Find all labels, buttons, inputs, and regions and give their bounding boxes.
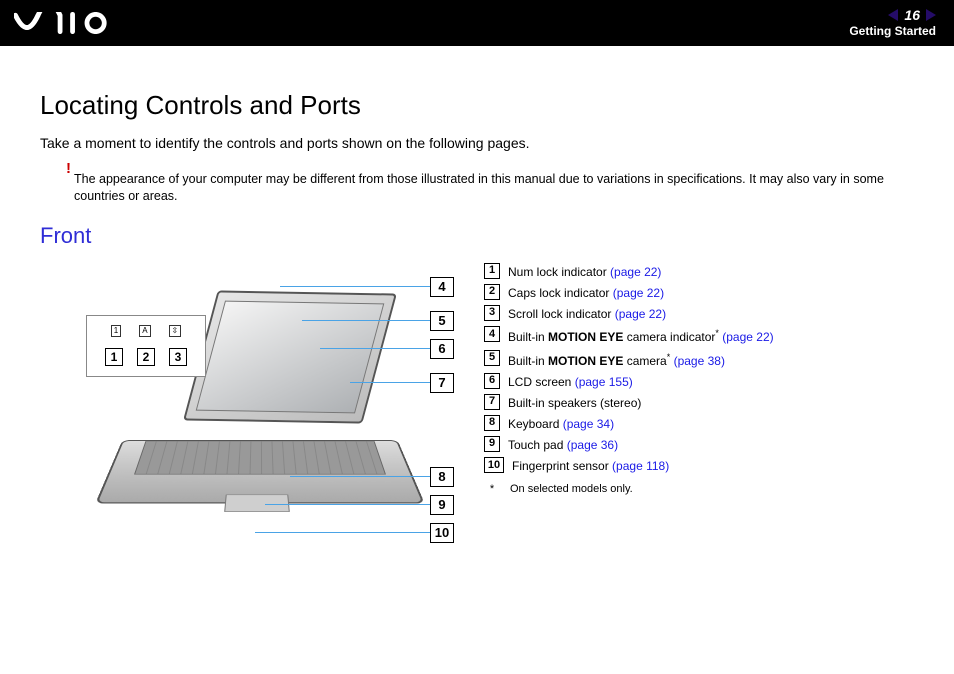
legend-num: 1 [484, 263, 500, 279]
vaio-logo [14, 12, 110, 34]
legend-text: Caps lock indicator (page 22) [508, 284, 664, 303]
legend-row: 1 Num lock indicator (page 22) [484, 263, 774, 282]
legend-num: 6 [484, 373, 500, 389]
nav-prev-icon[interactable] [888, 9, 898, 21]
legend-row: 5 Built-in MOTION EYE camera* (page 38) [484, 350, 774, 371]
legend-num: 8 [484, 415, 500, 431]
front-diagram: 1 A ⇳ 1 2 3 4 5 6 [40, 257, 460, 557]
legend-row: 10 Fingerprint sensor (page 118) [484, 457, 774, 476]
footnote-mark: * [484, 481, 500, 499]
legend-row: 4 Built-in MOTION EYE camera indicator* (… [484, 326, 774, 347]
note-block: ! The appearance of your computer may be… [74, 171, 894, 205]
legend-text: LCD screen (page 155) [508, 373, 633, 392]
callout-num-10: 10 [430, 523, 454, 543]
page-number: 16 [904, 6, 920, 24]
legend-num: 4 [484, 326, 500, 342]
header-bar: 16 Getting Started [0, 0, 954, 46]
callout-10: 10 [255, 523, 455, 543]
note-text: The appearance of your computer may be d… [74, 172, 884, 203]
legend-text: Keyboard (page 34) [508, 415, 614, 434]
footnote-text: On selected models only. [510, 481, 633, 499]
callout-6: 6 [320, 339, 455, 359]
intro-text: Take a moment to identify the controls a… [40, 135, 914, 151]
legend-text: Scroll lock indicator (page 22) [508, 305, 666, 324]
legend-num: 7 [484, 394, 500, 410]
callout-num-4: 4 [430, 277, 454, 297]
callout-num-8: 8 [430, 467, 454, 487]
indicator-inset: 1 A ⇳ 1 2 3 [86, 315, 206, 377]
callout-9: 9 [265, 495, 455, 515]
legend-list: 1 Num lock indicator (page 22) 2 Caps lock … [484, 257, 774, 498]
page-ref-link[interactable]: (page 22) [615, 307, 666, 321]
page-ref-link[interactable]: (page 34) [563, 417, 614, 431]
legend-row: 3 Scroll lock indicator (page 22) [484, 305, 774, 324]
page-title: Locating Controls and Ports [40, 90, 914, 121]
legend-row: 7 Built-in speakers (stereo) [484, 394, 774, 413]
legend-num: 10 [484, 457, 504, 473]
legend-num: 3 [484, 305, 500, 321]
lock-icon-1: 1 [111, 325, 121, 337]
legend-row: 8 Keyboard (page 34) [484, 415, 774, 434]
page-ref-link[interactable]: (page 22) [610, 265, 661, 279]
callout-8: 8 [290, 467, 455, 487]
callout-7: 7 [350, 373, 455, 393]
legend-text: Built-in speakers (stereo) [508, 394, 641, 413]
callout-4: 4 [280, 277, 455, 297]
legend-text: Fingerprint sensor (page 118) [512, 457, 669, 476]
lock-icon-a: A [139, 325, 150, 337]
callout-num-7: 7 [430, 373, 454, 393]
legend-text: Touch pad (page 36) [508, 436, 618, 455]
inset-num-2: 2 [137, 348, 155, 366]
header-right: 16 Getting Started [849, 6, 936, 40]
page-ref-link[interactable]: (page 36) [567, 438, 618, 452]
page-ref-link[interactable]: (page 38) [670, 354, 725, 368]
legend-row: 6 LCD screen (page 155) [484, 373, 774, 392]
section-name: Getting Started [849, 24, 936, 40]
legend-text: Built-in MOTION EYE camera* (page 38) [508, 350, 725, 371]
page-ref-link[interactable]: (page 155) [575, 375, 633, 389]
nav-next-icon[interactable] [926, 9, 936, 21]
page-ref-link[interactable]: (page 22) [613, 286, 664, 300]
page-content: Locating Controls and Ports Take a momen… [0, 46, 954, 557]
legend-row: 2 Caps lock indicator (page 22) [484, 284, 774, 303]
page-ref-link[interactable]: (page 22) [719, 330, 774, 344]
page-ref-link[interactable]: (page 118) [612, 459, 669, 473]
subheading-front: Front [40, 223, 914, 249]
lock-icon-scroll: ⇳ [169, 325, 182, 337]
legend-num: 2 [484, 284, 500, 300]
inset-num-3: 3 [169, 348, 187, 366]
callout-5: 5 [302, 311, 455, 331]
note-mark-icon: ! [66, 159, 71, 179]
callout-num-5: 5 [430, 311, 454, 331]
legend-text: Built-in MOTION EYE camera indicator* (p… [508, 326, 774, 347]
legend-num: 9 [484, 436, 500, 452]
inset-num-1: 1 [105, 348, 123, 366]
callout-num-6: 6 [430, 339, 454, 359]
legend-row: 9 Touch pad (page 36) [484, 436, 774, 455]
callout-num-9: 9 [430, 495, 454, 515]
legend-num: 5 [484, 350, 500, 366]
footnote: * On selected models only. [484, 481, 774, 499]
legend-text: Num lock indicator (page 22) [508, 263, 661, 282]
